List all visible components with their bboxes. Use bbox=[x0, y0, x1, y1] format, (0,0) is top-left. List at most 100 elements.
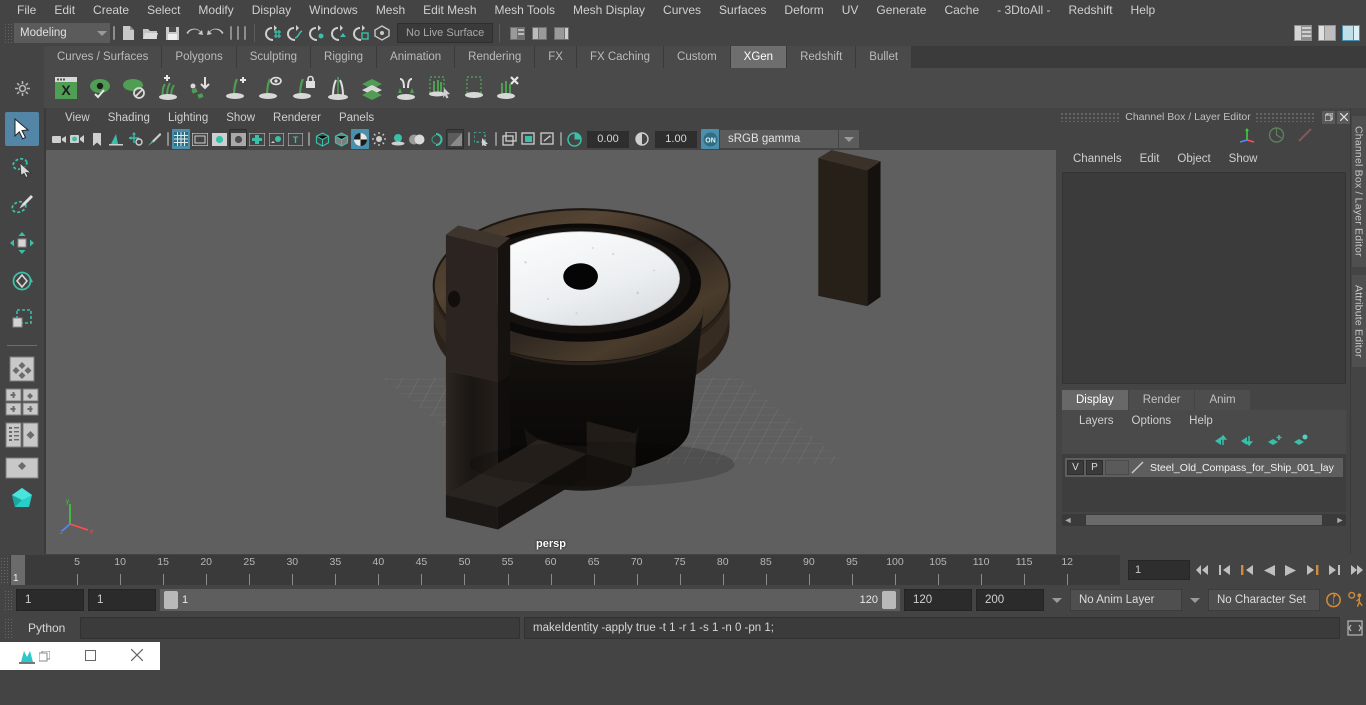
viewport-menu-lighting[interactable]: Lighting bbox=[159, 112, 217, 124]
animation-start-time-field[interactable]: 1 bbox=[16, 589, 84, 611]
step-back-key-icon[interactable] bbox=[1237, 560, 1256, 580]
menu-mesh-display[interactable]: Mesh Display bbox=[564, 0, 654, 20]
channel-box-icon[interactable] bbox=[1239, 127, 1256, 148]
resolution-gate-icon[interactable] bbox=[210, 129, 228, 149]
delete-guides-icon[interactable] bbox=[492, 72, 524, 104]
test-resolution-icon[interactable]: T bbox=[286, 129, 304, 149]
channel-box-menu-edit[interactable]: Edit bbox=[1131, 153, 1169, 165]
viewport-menu-panels[interactable]: Panels bbox=[330, 112, 383, 124]
restore-window-button[interactable] bbox=[84, 649, 96, 664]
scrollbar-thumb[interactable] bbox=[1086, 515, 1322, 525]
range-slider[interactable]: 1 120 bbox=[160, 589, 900, 611]
command-input[interactable] bbox=[80, 617, 520, 639]
viewport-menu-show[interactable]: Show bbox=[217, 112, 264, 124]
shelf-tab-fx[interactable]: FX bbox=[535, 46, 577, 68]
step-back-frame-icon[interactable] bbox=[1215, 560, 1234, 580]
step-forward-frame-icon[interactable] bbox=[1325, 560, 1344, 580]
playback-end-time-field[interactable]: 120 bbox=[904, 589, 972, 611]
layer-row[interactable]: V P Steel_Old_Compass_for_Ship_001_lay bbox=[1065, 458, 1343, 477]
layer-name[interactable]: Steel_Old_Compass_for_Ship_001_lay bbox=[1150, 462, 1334, 474]
layer-tab-display[interactable]: Display bbox=[1062, 390, 1128, 410]
smooth-shade-all-icon[interactable] bbox=[332, 129, 350, 149]
panel-drag-handle-right[interactable] bbox=[1254, 112, 1316, 122]
gamma-value[interactable]: 1.00 bbox=[655, 130, 697, 148]
character-set-dropdown-arrow[interactable] bbox=[1186, 597, 1204, 603]
live-surface-field[interactable]: No Live Surface bbox=[397, 23, 494, 43]
shelf-tab-xgen[interactable]: XGen bbox=[730, 46, 788, 68]
gate-mask-icon[interactable] bbox=[229, 129, 247, 149]
menu-generate[interactable]: Generate bbox=[867, 0, 935, 20]
last-tool-used[interactable] bbox=[5, 354, 39, 384]
channel-box-list[interactable] bbox=[1062, 172, 1346, 384]
scale-tool[interactable] bbox=[5, 302, 39, 336]
channel-box-menu-channels[interactable]: Channels bbox=[1064, 153, 1131, 165]
snap-to-view-plane-icon[interactable] bbox=[349, 22, 371, 44]
range-end-handle[interactable] bbox=[882, 591, 896, 609]
gamma-icon[interactable] bbox=[633, 129, 651, 149]
command-line-grip[interactable] bbox=[4, 618, 12, 638]
toggle-attribute-editor-icon[interactable] bbox=[1292, 22, 1314, 44]
shelf-tab-custom[interactable]: Custom bbox=[664, 46, 731, 68]
wireframe-icon[interactable] bbox=[313, 129, 331, 149]
menu-curves[interactable]: Curves bbox=[654, 0, 710, 20]
menu-modify[interactable]: Modify bbox=[189, 0, 242, 20]
attribute-editor-icon[interactable] bbox=[1268, 126, 1285, 148]
time-slider-grip[interactable] bbox=[0, 557, 10, 583]
shelf-tab-fx-caching[interactable]: FX Caching bbox=[576, 46, 665, 68]
color-management-icon[interactable]: ON bbox=[701, 129, 719, 149]
channel-box-menu-object[interactable]: Object bbox=[1168, 153, 1219, 165]
toggle-tool-settings-icon[interactable] bbox=[1316, 22, 1338, 44]
menu-file[interactable]: File bbox=[8, 0, 45, 20]
character-set-select[interactable]: No Character Set bbox=[1208, 589, 1320, 611]
undo-icon[interactable] bbox=[183, 22, 205, 44]
side-tab-channel-box-layer-editor[interactable]: Channel Box / Layer Editor bbox=[1351, 116, 1366, 267]
exposure-icon[interactable] bbox=[565, 129, 583, 149]
shelf-tab-rendering[interactable]: Rendering bbox=[455, 46, 536, 68]
grease-pencil-icon[interactable] bbox=[145, 129, 163, 149]
exposure-value[interactable]: 0.00 bbox=[587, 130, 629, 148]
snap-to-projected-center-icon[interactable] bbox=[327, 22, 349, 44]
animation-preferences-icon[interactable] bbox=[1347, 590, 1366, 610]
auto-keyframe-icon[interactable]: | bbox=[1324, 590, 1343, 610]
snap-to-grid-icon[interactable] bbox=[261, 22, 283, 44]
snap-to-curve-icon[interactable] bbox=[283, 22, 305, 44]
move-layer-down-icon[interactable] bbox=[1241, 434, 1256, 452]
select-guides-region-icon[interactable] bbox=[424, 72, 456, 104]
snap-to-point-icon[interactable] bbox=[305, 22, 327, 44]
status-line-grip[interactable] bbox=[4, 23, 12, 43]
shelf-tab-redshift[interactable]: Redshift bbox=[787, 46, 857, 68]
shelf-tab-animation[interactable]: Animation bbox=[377, 46, 456, 68]
shade-textured-icon[interactable] bbox=[351, 129, 369, 149]
animation-end-time-field[interactable]: 200 bbox=[976, 589, 1044, 611]
lock-guide-icon[interactable] bbox=[288, 72, 320, 104]
xray-active-components-icon[interactable] bbox=[538, 129, 556, 149]
shadows-icon[interactable] bbox=[389, 129, 407, 149]
xgen-editor-icon[interactable]: X bbox=[50, 72, 82, 104]
camera-attributes-icon[interactable] bbox=[69, 129, 87, 149]
panel-drag-handle-left[interactable] bbox=[1060, 112, 1122, 122]
shelf-tab-polygons[interactable]: Polygons bbox=[162, 46, 237, 68]
new-layer-icon[interactable] bbox=[1267, 434, 1282, 452]
scroll-right-arrow[interactable]: ► bbox=[1334, 515, 1346, 525]
close-icon[interactable] bbox=[1337, 110, 1350, 124]
preview-refresh-icon[interactable] bbox=[84, 72, 116, 104]
exposure-view-icon[interactable] bbox=[267, 129, 285, 149]
add-grooming-description-icon[interactable] bbox=[152, 72, 184, 104]
shelf-tab-bullet[interactable]: Bullet bbox=[856, 46, 913, 68]
shelf-tab-rigging[interactable]: Rigging bbox=[311, 46, 378, 68]
new-scene-icon[interactable] bbox=[117, 22, 139, 44]
channel-box-menu-show[interactable]: Show bbox=[1220, 153, 1267, 165]
open-scene-icon[interactable] bbox=[139, 22, 161, 44]
grid-toggle-icon[interactable] bbox=[172, 129, 190, 149]
shelf-options-gear-icon[interactable] bbox=[0, 68, 44, 108]
show-hide-tool-settings-icon[interactable] bbox=[528, 22, 550, 44]
xray-joints-icon[interactable] bbox=[519, 129, 537, 149]
move-tool[interactable] bbox=[5, 226, 39, 260]
outliner-persp-layout[interactable] bbox=[5, 420, 39, 450]
anim-layer-dropdown-arrow[interactable] bbox=[1048, 597, 1066, 603]
layer-list[interactable]: V P Steel_Old_Compass_for_Ship_001_lay bbox=[1062, 454, 1346, 512]
layer-tab-render[interactable]: Render bbox=[1128, 390, 1195, 410]
viewport-menu-view[interactable]: View bbox=[56, 112, 99, 124]
range-slider-grip[interactable] bbox=[4, 590, 12, 610]
add-guide-icon[interactable] bbox=[220, 72, 252, 104]
